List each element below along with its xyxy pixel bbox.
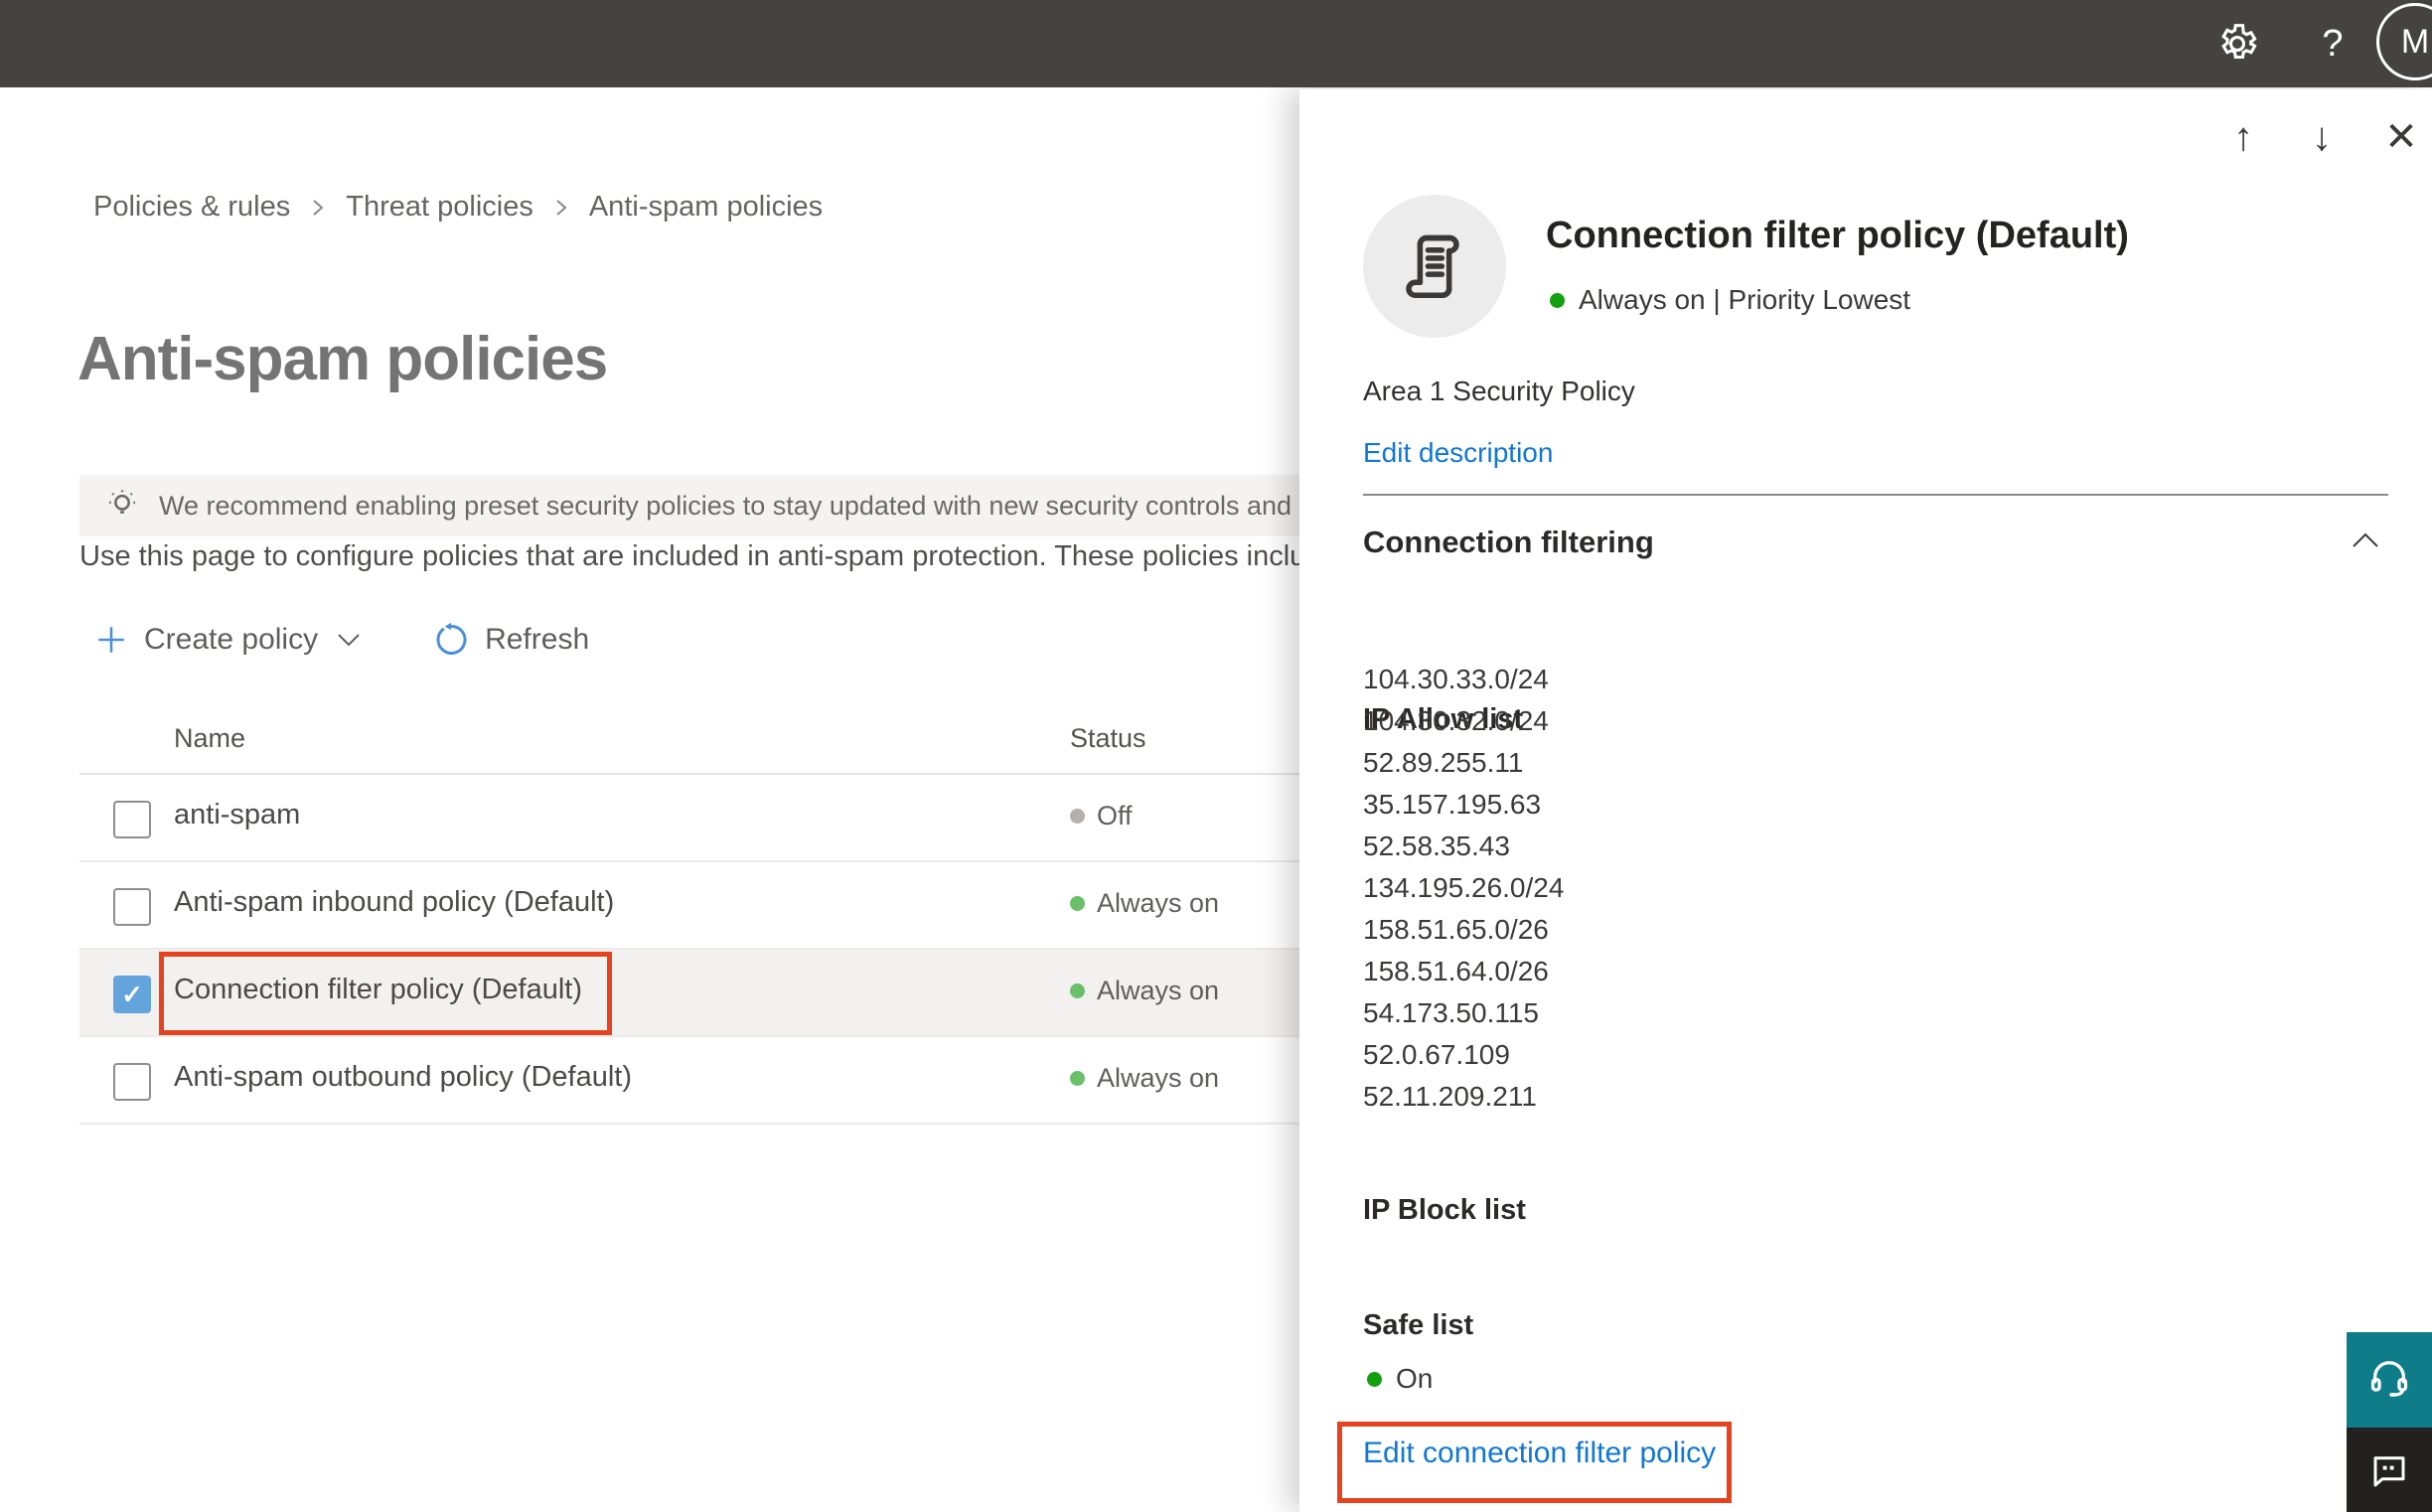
ip-entry: 158.51.65.0/26: [1363, 914, 1549, 945]
status-cell: Always on: [1070, 976, 1219, 1006]
safe-list-title: Safe list: [1363, 1309, 1474, 1341]
table-header: Name Status: [79, 705, 1401, 775]
breadcrumb-threat-policies[interactable]: Threat policies: [346, 191, 533, 224]
refresh-label: Refresh: [485, 623, 590, 656]
ip-block-list-title: IP Block list: [1363, 1194, 1526, 1226]
flyout-title: Connection filter policy (Default): [1546, 215, 2129, 256]
support-button[interactable]: [2347, 1332, 2432, 1428]
chevron-right-icon: [556, 199, 567, 216]
ip-entry: 104.30.32.0/24: [1363, 705, 1549, 736]
status-dot-off: [1070, 809, 1085, 824]
column-header-name[interactable]: Name: [174, 723, 245, 754]
toolbar: Create policy Refresh: [94, 614, 589, 666]
app-root: ? M Policies & rules Threat policies Ant…: [0, 0, 2432, 1512]
status-dot-on: [1367, 1371, 1382, 1387]
edit-connection-filter-policy-link[interactable]: Edit connection filter policy: [1363, 1436, 1716, 1470]
previous-item-arrow-up-icon[interactable]: ↑: [2221, 113, 2265, 161]
status-dot-on: [1550, 292, 1565, 308]
help-icon[interactable]: ?: [2305, 0, 2360, 87]
account-avatar[interactable]: M: [2376, 3, 2432, 80]
policy-name[interactable]: anti-spam: [174, 799, 300, 832]
banner-text: We recommend enabling preset security po…: [159, 490, 1401, 521]
connection-filtering-section-title: Connection filtering: [1363, 525, 1654, 559]
ip-entry: 104.30.33.0/24: [1363, 664, 1549, 694]
table-row[interactable]: anti-spam Off: [79, 775, 1401, 862]
plus-icon: [98, 627, 124, 653]
ip-entry: 52.89.255.11: [1363, 747, 1524, 778]
next-item-arrow-down-icon[interactable]: ↓: [2300, 113, 2344, 161]
status-cell: Off: [1070, 801, 1133, 832]
row-checkbox[interactable]: [113, 801, 151, 838]
status-dot-on: [1070, 896, 1085, 911]
breadcrumb: Policies & rules Threat policies Anti-sp…: [93, 191, 823, 224]
feedback-chat-icon: [2373, 1455, 2405, 1486]
flyout-status-line: Always on | Priority Lowest: [1550, 284, 1910, 316]
policy-details-flyout: ↑ ↓ ✕ Connection filter policy (Default)…: [1299, 89, 2432, 1512]
status-dot-on: [1070, 983, 1085, 998]
refresh-button[interactable]: Refresh: [433, 622, 589, 658]
policy-name[interactable]: Connection filter policy (Default): [174, 974, 582, 1006]
status-cell: Always on: [1070, 888, 1219, 919]
policy-name[interactable]: Anti-spam outbound policy (Default): [174, 1061, 632, 1094]
policy-name[interactable]: Anti-spam inbound policy (Default): [174, 886, 614, 919]
table-row[interactable]: Anti-spam outbound policy (Default) Alwa…: [79, 1037, 1401, 1125]
chevron-up-icon[interactable]: [2351, 530, 2380, 550]
ip-allow-list: 104.30.33.0/24 104.30.32.0/24 52.89.255.…: [1363, 659, 1564, 1118]
settings-gear-icon[interactable]: [2209, 0, 2265, 87]
status-label: Always on: [1097, 976, 1220, 1005]
status-cell: Always on: [1070, 1063, 1219, 1094]
ip-entry: 158.51.64.0/26: [1363, 956, 1549, 986]
safe-list-status: On: [1367, 1363, 1433, 1395]
policy-table: Name Status anti-spam Off Anti-spam inbo…: [79, 705, 1401, 1125]
chevron-down-icon: [338, 634, 360, 647]
policy-icon-circle: [1363, 195, 1506, 338]
divider: [1363, 494, 2388, 496]
top-bar: ? M: [0, 0, 2432, 87]
row-checkbox[interactable]: [113, 1063, 151, 1101]
ip-entry: 35.157.195.63: [1363, 789, 1542, 820]
table-row[interactable]: Anti-spam inbound policy (Default) Alway…: [79, 862, 1401, 950]
column-header-status[interactable]: Status: [1070, 723, 1146, 754]
close-icon[interactable]: ✕: [2379, 113, 2423, 161]
flyout-status-text: Always on | Priority Lowest: [1579, 284, 1911, 315]
row-checkbox-checked[interactable]: ✓: [113, 976, 151, 1013]
row-checkbox[interactable]: [113, 888, 151, 926]
status-dot-on: [1070, 1071, 1085, 1086]
scroll-policy-icon: [1406, 234, 1459, 299]
recommendation-banner: We recommend enabling preset security po…: [79, 475, 1401, 536]
ip-entry: 54.173.50.115: [1363, 997, 1539, 1028]
feedback-button[interactable]: [2347, 1428, 2432, 1512]
headset-icon: [2370, 1361, 2408, 1397]
create-policy-label: Create policy: [144, 623, 319, 656]
table-row-selected[interactable]: ✓ Connection filter policy (Default) Alw…: [79, 950, 1401, 1037]
breadcrumb-policies-rules[interactable]: Policies & rules: [93, 191, 290, 224]
ip-entry: 52.11.209.211: [1363, 1081, 1537, 1112]
ip-entry: 52.58.35.43: [1363, 831, 1510, 861]
create-policy-button[interactable]: Create policy: [94, 623, 362, 657]
status-label: Off: [1097, 801, 1133, 831]
safe-list-status-label: On: [1396, 1363, 1434, 1394]
page-title: Anti-spam policies: [77, 325, 608, 393]
ip-entry: 134.195.26.0/24: [1363, 872, 1565, 903]
edit-description-link[interactable]: Edit description: [1363, 437, 1553, 469]
status-label: Always on: [1097, 1063, 1220, 1093]
ip-entry: 52.0.67.109: [1363, 1039, 1510, 1070]
breadcrumb-anti-spam-policies[interactable]: Anti-spam policies: [589, 191, 823, 224]
chevron-right-icon: [313, 199, 324, 216]
lightbulb-icon: [109, 490, 135, 514]
refresh-icon: [436, 622, 467, 655]
policy-description: Area 1 Security Policy: [1363, 376, 1635, 406]
page-description: Use this page to configure policies that…: [79, 540, 1338, 572]
status-label: Always on: [1097, 888, 1220, 918]
